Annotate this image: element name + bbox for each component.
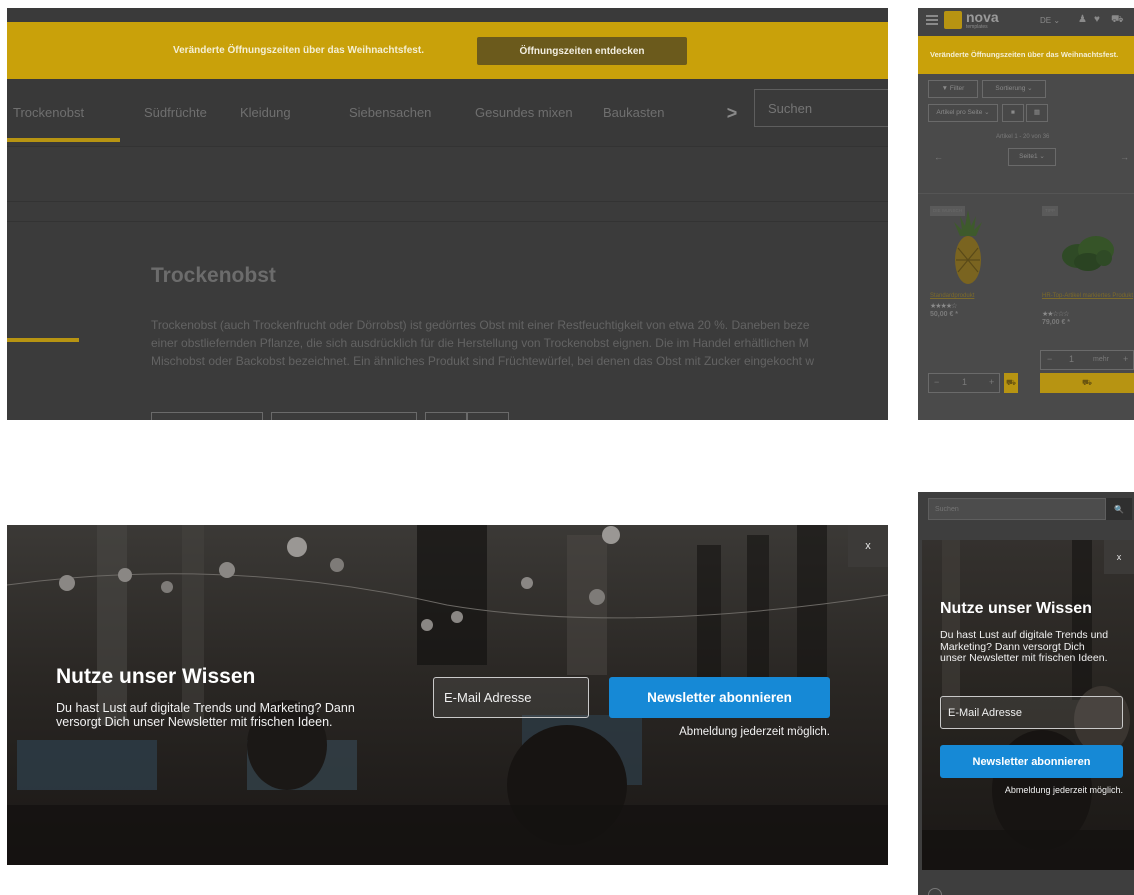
logo-mark (944, 11, 962, 29)
description-line: versorgt Dich unser Newsletter mit frisc… (56, 715, 333, 729)
add-to-cart-button[interactable]: ⛟ (1040, 373, 1134, 393)
product-name-link[interactable]: Standardprodukt (930, 293, 974, 299)
product-price: 79,00 € * (1042, 319, 1071, 326)
arrow-left-icon[interactable]: ← (934, 152, 943, 162)
close-button[interactable]: x (1104, 540, 1134, 574)
radio-indicator[interactable] (928, 888, 942, 895)
page-select[interactable]: Seite1 ⌄ (1008, 148, 1056, 166)
minus-icon[interactable]: − (1047, 354, 1052, 364)
view-list-icon[interactable]: ■ (1002, 104, 1024, 122)
search-input[interactable] (754, 89, 888, 127)
arrow-right-icon[interactable]: → (1120, 152, 1129, 162)
logo-subtext: templates (966, 24, 988, 30)
divider (7, 201, 888, 202)
user-icon[interactable]: ♟ (1078, 14, 1087, 25)
description-line: Du hast Lust auf digitale Trends und Mar… (56, 701, 355, 715)
opening-hours-button[interactable]: Öffnungszeiten entdecken (477, 37, 687, 65)
mobile-header: nova templates DE ⌄ ♟ ♥ ⛟ (918, 8, 1134, 36)
category-title: Trockenobst (151, 264, 276, 287)
newsletter-title: Nutze unser Wissen (940, 600, 1092, 617)
announcement-text: Veränderte Öffnungszeiten über das Weihn… (930, 50, 1119, 59)
product-name-link[interactable]: HR-Top-Artikel markiertes Produkt (1042, 293, 1133, 299)
newsletter-description: Du hast Lust auf digitale Trends und Mar… (56, 701, 416, 729)
subscribe-button[interactable]: Newsletter abonnieren (940, 745, 1123, 778)
sort-control[interactable] (271, 412, 417, 420)
nav-item-siebensachen[interactable]: Siebensachen (349, 79, 431, 147)
quantity-value: 1 (962, 377, 968, 387)
language-select[interactable]: DE ⌄ (1040, 16, 1060, 25)
view-toggle-grid[interactable] (467, 412, 509, 420)
announcement-text: Veränderte Öffnungszeiten über das Weihn… (173, 45, 424, 56)
mobile-newsletter-modal: x Nutze unser Wissen Du hast Lust auf di… (922, 540, 1134, 870)
product-price: 50,00 € * (930, 311, 959, 318)
view-toggle-list[interactable] (425, 412, 467, 420)
newsletter-title: Nutze unser Wissen (56, 665, 256, 688)
per-page-select[interactable]: Artikel pro Seite ⌄ (928, 104, 998, 122)
filter-label: Filter (949, 85, 965, 92)
add-to-cart-button[interactable]: ⛟ (1004, 373, 1018, 393)
nav-item-baukasten[interactable]: Baukasten (603, 79, 664, 147)
menu-icon[interactable] (926, 15, 938, 25)
product-badge: TIPP (1042, 206, 1059, 216)
sidebar-accent-bar (7, 338, 79, 342)
nav-item-kleidung[interactable]: Kleidung (240, 79, 291, 147)
quantity-stepper[interactable]: − 1 + (928, 373, 1000, 393)
email-field[interactable] (433, 677, 589, 718)
filter-icon: ▼ (941, 85, 949, 92)
kale-image[interactable] (1058, 226, 1118, 276)
top-strip (7, 8, 888, 22)
pineapple-image[interactable] (948, 208, 988, 288)
plus-icon[interactable]: + (1123, 354, 1128, 364)
article-count: Artikel 1 - 20 von 36 (996, 134, 1050, 140)
desktop-shop-preview: Veränderte Öffnungszeiten über das Weihn… (7, 8, 888, 420)
plus-icon[interactable]: + (989, 377, 994, 387)
divider (7, 221, 888, 222)
nav-item-trockenobst[interactable]: Trockenobst (13, 79, 84, 147)
mobile-newsletter-preview: 🔍 x Nutze unser Wissen Du hast Lust auf … (918, 492, 1134, 895)
filter-button[interactable]: ▼ Filter (928, 80, 978, 98)
nav-item-suedfruechte[interactable]: Südfrüchte (144, 79, 207, 147)
logo-text: nova (966, 9, 999, 25)
category-nav: Trockenobst Südfrüchte Kleidung Siebensa… (7, 79, 888, 147)
heart-icon[interactable]: ♥ (1094, 14, 1100, 25)
description-line: Du hast Lust auf digitale Trends und (940, 629, 1109, 641)
nav-active-indicator (7, 138, 120, 142)
cart-icon: ⛟ (1005, 378, 1017, 387)
chevron-right-icon[interactable]: > (721, 101, 743, 125)
minus-icon[interactable]: − (934, 377, 939, 387)
star-rating: ★★★★☆ (930, 303, 957, 310)
view-grid-icon[interactable]: ▦ (1026, 104, 1048, 122)
search-icon[interactable]: 🔍 (1106, 498, 1132, 520)
description-line: Mischobst oder Backobst bezeichnet. Ein … (151, 354, 815, 368)
unit-label: mehr (1093, 356, 1109, 363)
close-button[interactable]: x (848, 525, 888, 567)
announcement-banner: Veränderte Öffnungszeiten über das Weihn… (7, 22, 888, 79)
quantity-value: 1 (1069, 354, 1075, 364)
email-field[interactable] (940, 696, 1123, 729)
nav-item-gesundes-mixen[interactable]: Gesundes mixen (475, 79, 573, 147)
mobile-shop-preview: nova templates DE ⌄ ♟ ♥ ⛟ Veränderte Öff… (918, 8, 1134, 420)
category-description: Trockenobst (auch Trockenfrucht oder Dör… (151, 316, 888, 370)
search-input[interactable] (928, 498, 1106, 520)
unsubscribe-note: Abmeldung jederzeit möglich. (679, 726, 830, 738)
description-line: Trockenobst (auch Trockenfrucht oder Dör… (151, 318, 810, 332)
cart-icon[interactable]: ⛟ (1111, 14, 1124, 27)
sort-select[interactable]: Sortierung ⌄ (982, 80, 1046, 98)
description-line: einer obstliefernden Pflanze, die sich a… (151, 336, 809, 350)
subscribe-button[interactable]: Newsletter abonnieren (609, 677, 830, 718)
newsletter-description: Du hast Lust auf digitale Trends und Mar… (940, 629, 1130, 665)
divider (918, 193, 1134, 194)
desktop-newsletter-modal: x Nutze unser Wissen Du hast Lust auf di… (7, 525, 888, 865)
description-line: unser Newsletter mit frischen Ideen. (940, 652, 1108, 664)
unsubscribe-note: Abmeldung jederzeit möglich. (1004, 785, 1123, 795)
filter-control[interactable] (151, 412, 263, 420)
cart-icon: ⛟ (1081, 378, 1093, 387)
quantity-stepper[interactable]: − 1 mehr + (1040, 350, 1134, 370)
mobile-announcement-banner: Veränderte Öffnungszeiten über das Weihn… (918, 36, 1134, 74)
star-rating: ★★☆☆☆ (1042, 311, 1069, 318)
